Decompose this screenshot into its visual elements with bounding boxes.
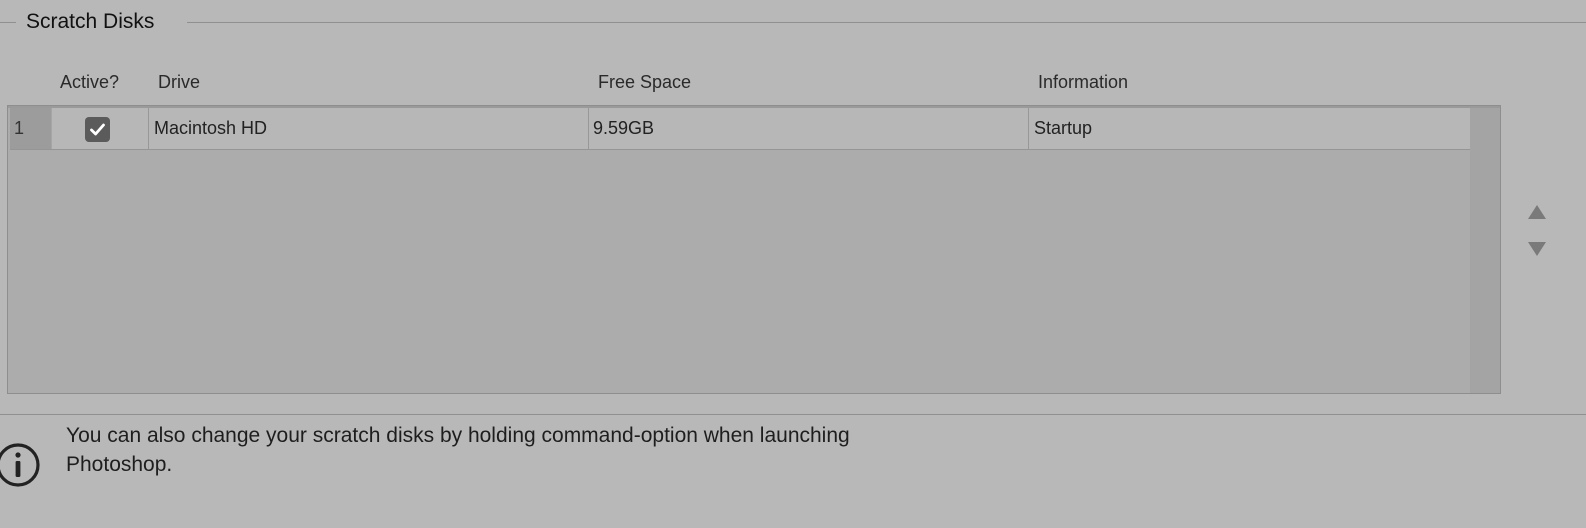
move-down-button[interactable] bbox=[1526, 239, 1548, 259]
table-row[interactable]: 1 Macintosh HD 9.59GB Startup bbox=[10, 108, 1470, 150]
scratch-disk-info-message: You can also change your scratch disks b… bbox=[66, 424, 850, 476]
table-scrollbar[interactable] bbox=[1470, 108, 1500, 393]
triangle-down-icon bbox=[1528, 242, 1546, 256]
move-up-button[interactable] bbox=[1526, 202, 1548, 222]
group-divider-left bbox=[0, 22, 16, 23]
active-checkbox[interactable] bbox=[85, 117, 110, 142]
column-header-drive[interactable]: Drive bbox=[158, 70, 200, 94]
column-header-free-space[interactable]: Free Space bbox=[598, 70, 691, 94]
column-header-information[interactable]: Information bbox=[1038, 70, 1128, 94]
drive-cell: Macintosh HD bbox=[149, 108, 589, 149]
group-title: Scratch Disks bbox=[26, 10, 155, 33]
info-icon bbox=[0, 443, 40, 487]
group-divider-right bbox=[187, 22, 1586, 23]
section-divider bbox=[0, 414, 1586, 415]
active-cell bbox=[51, 108, 149, 149]
free-space-cell: 9.59GB bbox=[589, 108, 1029, 149]
scratch-disks-table[interactable]: 1 Macintosh HD 9.59GB Startup bbox=[7, 105, 1501, 394]
column-header-active[interactable]: Active? bbox=[60, 70, 119, 94]
triangle-up-icon bbox=[1528, 205, 1546, 219]
checkmark-icon bbox=[90, 123, 105, 136]
information-cell: Startup bbox=[1034, 118, 1093, 138]
row-number: 1 bbox=[10, 108, 51, 149]
